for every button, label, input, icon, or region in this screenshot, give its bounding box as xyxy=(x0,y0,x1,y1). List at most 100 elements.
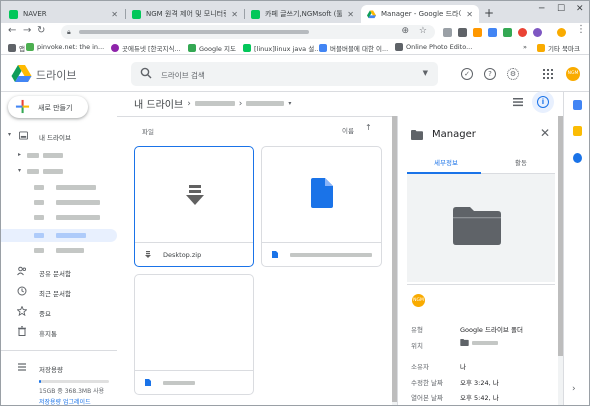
tab-cafe-write[interactable]: 카페 글쓰기,NGMsoft (툴개발 프 ✕ xyxy=(245,5,360,23)
extension-icon[interactable] xyxy=(443,28,452,37)
info-button[interactable]: i xyxy=(532,91,554,113)
extension-icon[interactable] xyxy=(533,28,542,37)
details-tabs: 세부정보 활동 xyxy=(407,152,555,174)
close-icon[interactable]: ✕ xyxy=(540,126,550,140)
maximize-button[interactable]: ☐ xyxy=(557,4,565,14)
expand-panel-chevron-icon[interactable]: › xyxy=(572,384,576,394)
bookmark-edunet[interactable]: 곳에듀넷 [한국지식... xyxy=(111,43,181,53)
sidebar-folder-manager-selected[interactable] xyxy=(1,229,117,242)
breadcrumb-current-redacted[interactable] xyxy=(246,101,285,106)
tab-ngm-remote[interactable]: NGM 원격 제어 및 모니터링 프 ✕ xyxy=(126,5,244,23)
sort-arrow-icon[interactable]: ↑ xyxy=(365,123,372,132)
profile-icon[interactable] xyxy=(557,28,566,37)
file-card-document[interactable] xyxy=(134,274,254,395)
storage-label: 저장용량 xyxy=(39,366,63,374)
folder-name-redacted xyxy=(56,200,100,205)
bookmarks-more[interactable]: » xyxy=(523,43,527,51)
breadcrumb-root[interactable]: 내 드라이브 xyxy=(134,96,183,111)
extension-icon[interactable] xyxy=(458,28,467,37)
search-options-icon[interactable]: ▼ xyxy=(423,69,428,77)
offline-status-icon[interactable]: ✓ xyxy=(461,68,473,80)
sidebar-item-my-drive[interactable]: ▾ 내 드라이브 xyxy=(1,129,117,142)
calendar-icon[interactable] xyxy=(573,100,582,110)
caret-down-icon[interactable]: ▾ xyxy=(18,167,21,174)
bookmark-apps[interactable]: 앱 xyxy=(8,43,25,53)
sidebar-item-recent[interactable]: 최근 문서함 xyxy=(1,283,117,301)
keep-icon[interactable] xyxy=(573,126,582,136)
file-thumbnail xyxy=(135,275,253,369)
file-card-document[interactable] xyxy=(261,146,382,267)
settings-gear-icon[interactable]: ⚙ xyxy=(507,68,519,80)
caret-right-icon[interactable]: ▸ xyxy=(18,151,21,158)
detail-value-opened: 오후 5:42, 나 xyxy=(460,394,499,402)
tab-naver[interactable]: NAVER ✕ xyxy=(3,5,124,23)
tab-activity[interactable]: 활동 xyxy=(515,157,527,167)
search-input[interactable]: 드라이브 검색 ▼ xyxy=(131,62,438,86)
minimize-button[interactable]: ─ xyxy=(539,4,544,14)
storage-upgrade-link[interactable]: 저장용량 업그레이드 xyxy=(39,397,91,405)
bookmark-bubble[interactable]: 버블버블에 대한 이... xyxy=(319,43,388,53)
google-apps-icon[interactable] xyxy=(543,69,553,79)
tab-details[interactable]: 세부정보 xyxy=(434,157,458,167)
details-divider xyxy=(407,284,555,285)
sidebar-folder[interactable] xyxy=(1,211,117,224)
extension-icon[interactable] xyxy=(518,28,527,37)
lock-icon: 🔒︎ xyxy=(67,28,71,36)
extension-icon[interactable] xyxy=(503,28,512,37)
bookmark-photo-editor[interactable]: Online Photo Edito... xyxy=(395,43,472,51)
close-icon[interactable]: ✕ xyxy=(347,10,354,19)
caret-down-icon[interactable]: ▾ xyxy=(288,100,291,107)
detail-key-opened: 열어본 날짜 xyxy=(411,394,443,402)
sidebar-item-trash[interactable]: 휴지통 xyxy=(1,323,117,341)
bookmark-linux-java[interactable]: [linux]linux java 설... xyxy=(243,43,320,53)
account-avatar[interactable]: NGM xyxy=(566,67,580,81)
tasks-icon[interactable] xyxy=(573,153,582,163)
detail-key-location: 위치 xyxy=(411,342,423,350)
new-button[interactable]: 새로 만들기 xyxy=(8,96,88,118)
zoom-icon[interactable]: ⊕ xyxy=(401,26,409,36)
bookmark-other[interactable]: 기타 북마크 xyxy=(537,43,580,53)
tab-google-drive[interactable]: Manager - Google 드라이브 ✕ xyxy=(361,5,479,23)
folder-name-redacted xyxy=(56,248,84,253)
bookmark-star-icon[interactable]: ☆ xyxy=(419,26,427,36)
help-icon[interactable]: ? xyxy=(484,68,496,80)
extension-icon[interactable] xyxy=(473,28,482,37)
close-icon[interactable]: ✕ xyxy=(231,10,238,19)
menu-kebab-icon[interactable]: ⋮ xyxy=(576,24,586,35)
detail-value-location[interactable] xyxy=(460,339,498,346)
google-drive-logo-icon[interactable] xyxy=(11,65,32,83)
back-button[interactable]: ← xyxy=(8,25,16,36)
breadcrumb-item-redacted[interactable] xyxy=(194,101,235,106)
caret-down-icon[interactable]: ▾ xyxy=(8,131,11,138)
close-icon[interactable]: ✕ xyxy=(466,10,473,19)
sidebar-item-starred[interactable]: 중요 xyxy=(1,303,117,321)
sidebar-item-shared[interactable]: 공유 문서함 xyxy=(1,263,117,281)
extension-icon[interactable] xyxy=(488,28,497,37)
new-tab-button[interactable]: + xyxy=(484,6,494,20)
window-close-button[interactable]: ✕ xyxy=(576,4,584,14)
sidebar-item-storage[interactable]: 저장용량 xyxy=(1,359,117,377)
my-drive-label: 내 드라이브 xyxy=(39,134,71,142)
sidebar-folder[interactable]: ▾ xyxy=(1,165,117,178)
list-view-icon[interactable] xyxy=(513,97,523,107)
file-card-desktop-zip[interactable]: Desktop.zip xyxy=(134,146,254,267)
reload-button[interactable]: ↻ xyxy=(37,25,45,36)
detail-value-owner: 나 xyxy=(460,363,466,371)
sort-label[interactable]: 이름 xyxy=(342,125,354,135)
sidebar-folder[interactable] xyxy=(1,244,117,257)
sidebar-folder[interactable] xyxy=(1,181,117,194)
star-icon xyxy=(17,306,27,316)
google-docs-small-icon xyxy=(145,379,151,386)
breadcrumb-separator: › xyxy=(238,98,243,109)
bookmark-pinvoke[interactable]: pinvoke.net: the in... xyxy=(26,43,104,51)
sidebar-folder[interactable]: ▸ xyxy=(1,149,117,162)
bookmark-label: 앱 xyxy=(19,45,25,53)
edunet-icon xyxy=(111,44,119,52)
sidebar-folder[interactable] xyxy=(1,196,117,209)
address-bar[interactable]: 🔒︎ ⊕ ☆ xyxy=(61,25,435,39)
close-icon[interactable]: ✕ xyxy=(111,10,118,19)
forward-button[interactable]: → xyxy=(23,25,31,36)
detail-value-type: Google 드라이브 폴더 xyxy=(460,326,523,334)
folder-icon xyxy=(34,248,44,253)
bookmark-google-maps[interactable]: Google 지도 xyxy=(188,43,236,53)
